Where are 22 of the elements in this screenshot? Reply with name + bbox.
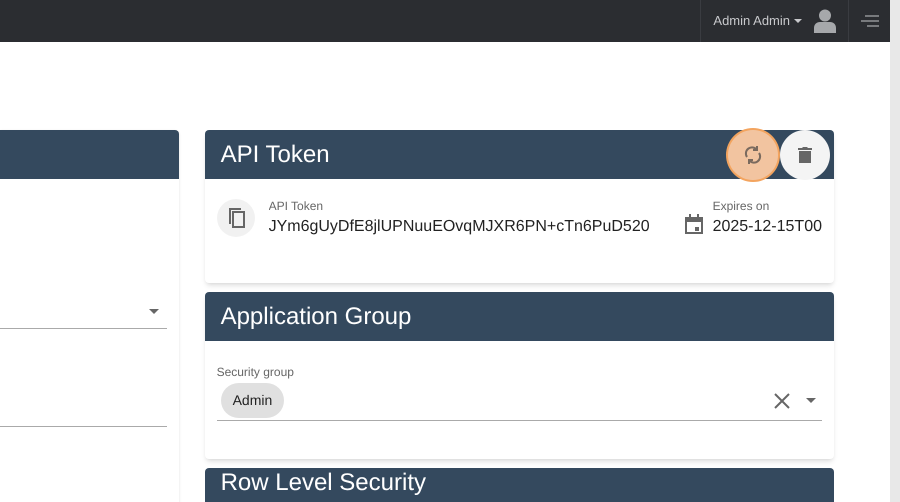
card-title: Row Level Security — [220, 471, 426, 495]
card-title: API Token — [220, 140, 330, 170]
close-icon[interactable] — [774, 392, 790, 408]
scrollbar[interactable] — [890, 0, 900, 502]
token-field[interactable]: JYm6gUyDfE8jlUPNuuEOvqMJXR6PN+cTn6PuD520 — [268, 215, 675, 239]
copy-button[interactable] — [216, 199, 255, 237]
calendar-icon — [684, 214, 703, 234]
field-label: Security group — [216, 364, 295, 381]
date-field[interactable]: 2025-12-15T00 — [712, 215, 822, 239]
field-label: Expires on — [712, 198, 770, 215]
delete-button[interactable] — [780, 130, 830, 180]
caret-icon — [806, 398, 816, 403]
tag-chip[interactable]: Admin — [220, 383, 284, 418]
refresh-button[interactable] — [728, 130, 778, 180]
refresh-icon — [744, 144, 762, 164]
caret-icon — [148, 309, 159, 314]
caret-icon — [794, 19, 802, 23]
card-title: Application Group — [220, 302, 412, 332]
trash-icon — [798, 146, 812, 164]
field-label: API Token — [268, 198, 324, 215]
select-field[interactable]: Admin — [216, 381, 822, 421]
user-icon — [814, 9, 836, 33]
